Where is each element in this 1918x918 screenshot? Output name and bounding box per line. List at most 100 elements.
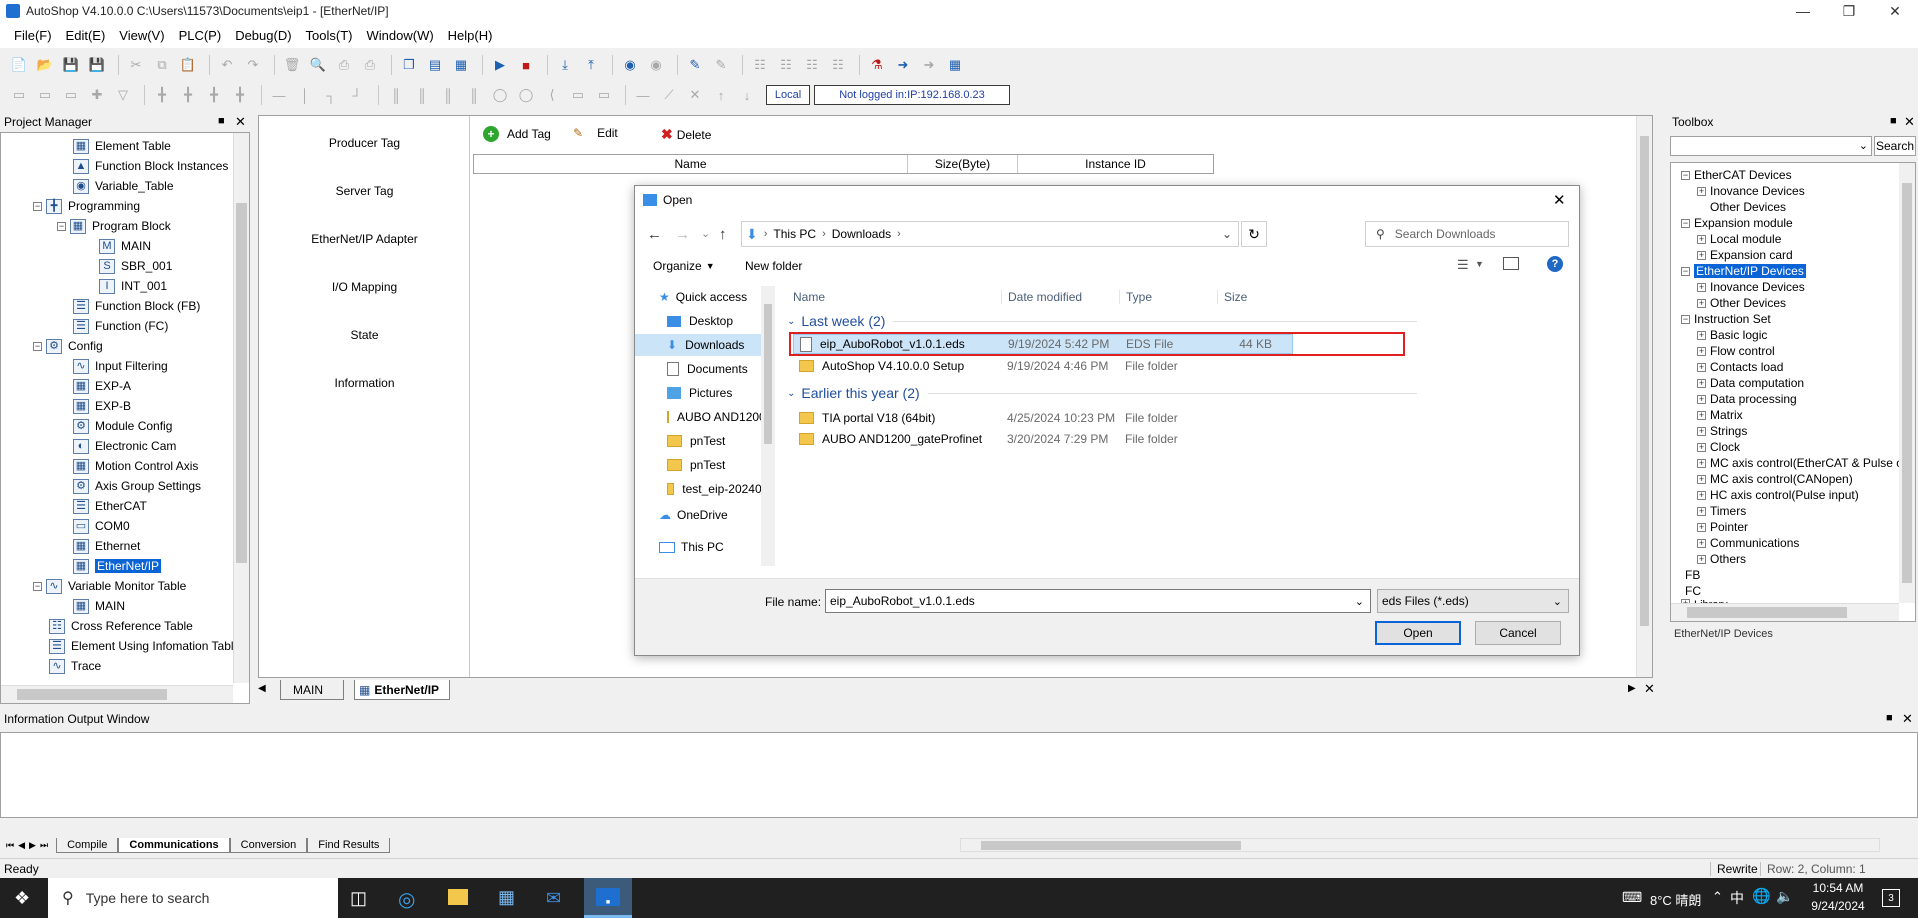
compile-icon[interactable]: ▤ bbox=[424, 54, 446, 76]
contact3-icon[interactable]: ╋ bbox=[203, 84, 225, 106]
nav-folder[interactable]: pnTest bbox=[667, 454, 725, 476]
file-explorer-icon[interactable] bbox=[448, 889, 468, 905]
upload-icon[interactable]: ⤒ bbox=[580, 54, 602, 76]
login-icon[interactable]: ➜ bbox=[892, 54, 914, 76]
tree-item-element-table[interactable]: ▦ Element Table bbox=[73, 136, 171, 156]
file-row[interactable]: AUBO AND1200_gateProfinet 3/20/2024 7:29… bbox=[793, 429, 1293, 449]
autoshop-taskbar-icon[interactable]: ■ bbox=[584, 878, 632, 918]
refresh-icon[interactable]: ↻ bbox=[1241, 221, 1267, 247]
column-name[interactable]: Name bbox=[474, 155, 908, 173]
tree-item-electronic-cam[interactable]: ◐ Electronic Cam bbox=[73, 436, 176, 456]
group-header-earlier[interactable]: ⌄ Earlier this year (2) bbox=[787, 382, 1417, 404]
toolbox-item[interactable]: + MC axis control(EtherCAT & Pulse output… bbox=[1697, 455, 1915, 471]
dialog-close-icon[interactable]: ✕ bbox=[1553, 191, 1566, 209]
tree-item-sbr001[interactable]: S SBR_001 bbox=[99, 256, 172, 276]
column-size[interactable]: Size bbox=[1217, 290, 1247, 304]
tab-conversion[interactable]: Conversion bbox=[229, 837, 308, 853]
tab-close-icon[interactable]: ✕ bbox=[1644, 681, 1655, 697]
up-icon[interactable]: ↑ bbox=[710, 84, 732, 106]
taskbar-search[interactable]: ⚲ Type here to search bbox=[48, 878, 338, 918]
toolbox-item[interactable]: − Instruction Set bbox=[1681, 311, 1771, 327]
file-row[interactable]: AutoShop V4.10.0.0 Setup 9/19/2024 4:46 … bbox=[793, 356, 1293, 376]
expand-icon[interactable]: + bbox=[1697, 346, 1706, 356]
file-row[interactable]: TIA portal V18 (64bit) 4/25/2024 10:23 P… bbox=[793, 408, 1293, 428]
column-instance-id[interactable]: Instance ID bbox=[1018, 155, 1213, 173]
clock-date[interactable]: 9/24/2024 bbox=[1806, 899, 1870, 913]
save-all-icon[interactable]: 💾 bbox=[86, 54, 108, 76]
windows-start-icon[interactable]: ❖ bbox=[14, 888, 30, 909]
up-arrow-icon[interactable]: ↑ bbox=[719, 226, 727, 243]
toolbox-item[interactable]: + Data computation bbox=[1697, 375, 1804, 391]
st-icon[interactable]: ▭ bbox=[60, 84, 82, 106]
expand-icon[interactable]: + bbox=[1697, 554, 1706, 564]
nav-onedrive[interactable]: ☁ OneDrive bbox=[659, 504, 728, 526]
clock-time[interactable]: 10:54 AM bbox=[1806, 881, 1870, 895]
nav-this-pc[interactable]: This PC bbox=[659, 536, 724, 558]
window-cascade-icon[interactable]: ❐ bbox=[398, 54, 420, 76]
toolbox-item[interactable]: FB bbox=[1685, 567, 1700, 583]
tree-item-com0[interactable]: ▭ COM0 bbox=[73, 516, 130, 536]
tree-item-fb-instances[interactable]: ▲ Function Block Instances bbox=[73, 156, 228, 176]
menu-window[interactable]: Window(W) bbox=[367, 28, 434, 43]
tree-item-ethercat[interactable]: ☰ EtherCAT bbox=[73, 496, 147, 516]
toolbox-item[interactable]: + Inovance Devices bbox=[1697, 279, 1805, 295]
collapse-icon[interactable]: − bbox=[1681, 266, 1690, 276]
monitor-stop-icon[interactable]: ◉ bbox=[645, 54, 667, 76]
server-tag-item[interactable]: Server Tag bbox=[259, 184, 470, 198]
expand-icon[interactable]: + bbox=[1697, 330, 1706, 340]
paste-icon[interactable]: 📋 bbox=[177, 54, 199, 76]
language-icon[interactable]: 中 bbox=[1730, 888, 1744, 908]
func2-icon[interactable]: ▭ bbox=[567, 84, 589, 106]
toolbox-search-input[interactable]: ⌄ bbox=[1670, 136, 1872, 156]
monitor-icon[interactable]: ◉ bbox=[619, 54, 641, 76]
corner-icon[interactable]: ┐ bbox=[320, 84, 342, 106]
tab-scroll-left-icon[interactable]: ◀ bbox=[258, 683, 266, 694]
toolbox-item[interactable]: + Contacts load bbox=[1697, 359, 1783, 375]
toolbox-item[interactable]: + Clock bbox=[1697, 439, 1740, 455]
copy-icon[interactable]: ⧉ bbox=[151, 54, 173, 76]
tree-hscrollbar[interactable] bbox=[1, 685, 233, 703]
menu-view[interactable]: View(V) bbox=[119, 28, 164, 43]
stop-icon[interactable]: ■ bbox=[515, 54, 537, 76]
arrow-down-icon[interactable]: ▽ bbox=[112, 84, 134, 106]
toolbox-item[interactable]: + Pointer bbox=[1697, 519, 1748, 535]
preview-pane-icon[interactable] bbox=[1503, 257, 1519, 270]
tab-find-results[interactable]: Find Results bbox=[307, 837, 391, 853]
cut-icon[interactable]: ✂ bbox=[125, 54, 147, 76]
tab-scroll-right-icon[interactable]: ▶ bbox=[1628, 683, 1636, 694]
tree-item-ethernet-ip[interactable]: ▦ EtherNet/IP bbox=[73, 556, 162, 576]
hline-icon[interactable]: — bbox=[268, 84, 290, 106]
add-tag-button[interactable]: + Add Tag bbox=[483, 126, 551, 142]
tab-last-icon[interactable]: ⏭ bbox=[40, 840, 48, 851]
collapse-icon[interactable]: − bbox=[33, 201, 42, 211]
tab-main[interactable]: MAIN bbox=[280, 680, 344, 700]
toolbox-item[interactable]: + Local module bbox=[1697, 231, 1781, 247]
toolbox-item[interactable]: − EtherCAT Devices bbox=[1681, 167, 1792, 183]
tree-item-cross-reference[interactable]: ☷ Cross Reference Table bbox=[49, 616, 193, 636]
recent-dropdown-icon[interactable]: ⌄ bbox=[701, 227, 710, 240]
filename-input[interactable]: eip_AuboRobot_v1.0.1.eds ⌄ bbox=[825, 589, 1371, 613]
expand-icon[interactable]: + bbox=[1697, 442, 1706, 452]
view-options-icon[interactable]: ☰ bbox=[1457, 257, 1469, 273]
sfc-icon[interactable]: ▭ bbox=[34, 84, 56, 106]
coil-icon[interactable]: ◯ bbox=[489, 84, 511, 106]
tree-item-program-block[interactable]: − ▦ Program Block bbox=[57, 216, 171, 236]
nav-folder[interactable]: pnTest bbox=[667, 430, 725, 452]
nav-downloads[interactable]: ⬇Downloads⚲ bbox=[635, 334, 775, 356]
expand-icon[interactable]: + bbox=[1697, 426, 1706, 436]
toolbox-item[interactable]: FC bbox=[1685, 583, 1701, 599]
expand-icon[interactable]: + bbox=[1697, 458, 1706, 468]
nav-quick-access[interactable]: ★ Quick access bbox=[659, 286, 747, 308]
edit-icon[interactable]: ✎ bbox=[684, 54, 706, 76]
test-icon[interactable]: ⚗ bbox=[866, 54, 888, 76]
toolbox-item[interactable]: + Inovance Devices bbox=[1697, 183, 1805, 199]
toolbox-hscrollbar[interactable] bbox=[1671, 603, 1899, 621]
contact4-icon[interactable]: ╋ bbox=[229, 84, 251, 106]
menu-debug[interactable]: Debug(D) bbox=[235, 28, 291, 43]
chevron-down-icon[interactable]: ⌄ bbox=[1553, 595, 1562, 608]
back-arrow-icon[interactable]: ← bbox=[647, 226, 662, 243]
edit-button[interactable]: ✎ Edit bbox=[573, 126, 618, 140]
lad-icon[interactable]: ▭ bbox=[8, 84, 30, 106]
collapse-icon[interactable]: − bbox=[1681, 314, 1690, 324]
func3-icon[interactable]: ▭ bbox=[593, 84, 615, 106]
